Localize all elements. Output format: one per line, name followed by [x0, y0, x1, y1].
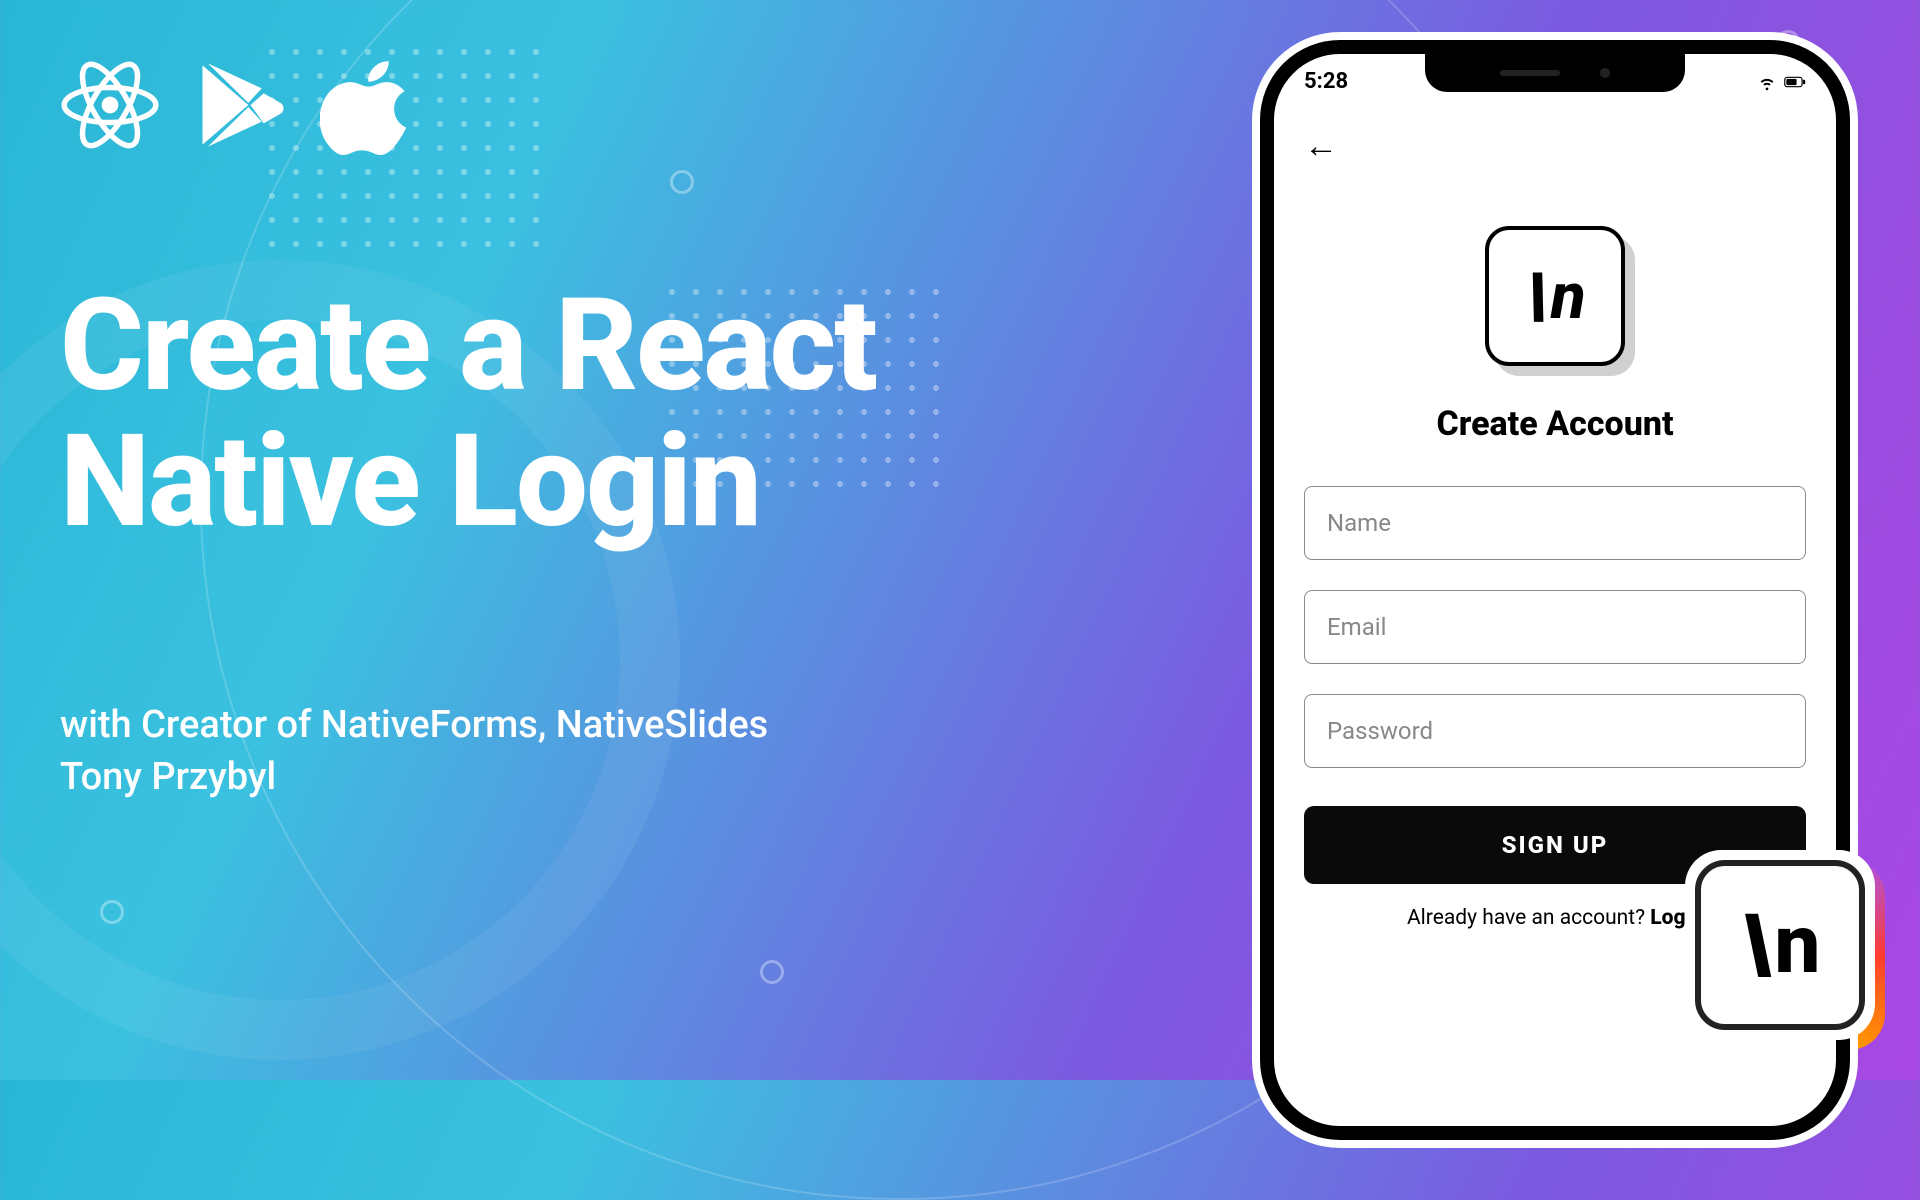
app-logo: \n: [1304, 226, 1806, 366]
headline: Create a React Native Login: [60, 279, 1080, 550]
badge-tile: \n: [1695, 860, 1865, 1030]
phone-notch: [1425, 54, 1685, 92]
email-field[interactable]: Email: [1304, 590, 1806, 664]
status-time: 5:28: [1304, 69, 1348, 94]
subheadline: with Creator of NativeForms, NativeSlide…: [60, 700, 1080, 803]
subhead-line2: Tony Przybyl: [60, 752, 1080, 803]
already-text: Already have an account?: [1407, 906, 1650, 930]
react-icon: [60, 55, 160, 159]
subhead-line1: with Creator of NativeForms, NativeSlide…: [60, 700, 1080, 751]
name-field[interactable]: Name: [1304, 486, 1806, 560]
status-indicators: [1756, 71, 1806, 93]
password-field[interactable]: Password: [1304, 694, 1806, 768]
back-button[interactable]: ←: [1304, 126, 1806, 166]
left-panel: Create a React Native Login with Creator…: [60, 55, 1080, 803]
screen-title: Create Account: [1304, 404, 1806, 444]
icon-row: [60, 55, 1080, 159]
play-store-icon: [190, 55, 290, 159]
apple-icon: [320, 55, 420, 159]
logo-tile: \n: [1485, 226, 1625, 366]
battery-icon: [1784, 71, 1806, 93]
wifi-icon: [1756, 71, 1778, 93]
corner-badge: \n: [1685, 850, 1875, 1040]
signup-form: Name Email Password: [1304, 486, 1806, 768]
